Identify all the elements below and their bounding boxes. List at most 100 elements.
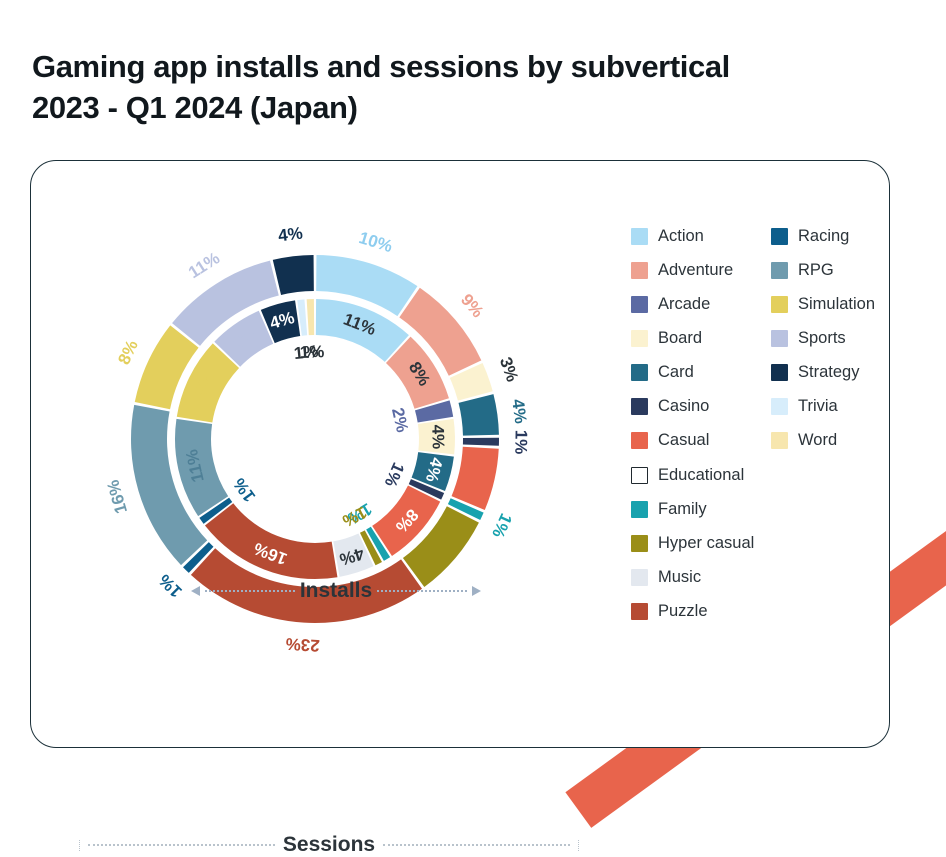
slice-label-installs-racing: 1% [230, 474, 260, 505]
legend-item-educational[interactable]: Educational [631, 458, 931, 492]
slice-label-sessions-casino: 1% [511, 430, 530, 455]
legend-swatch-icon [771, 295, 788, 313]
legend-item-word[interactable]: Word [771, 423, 921, 457]
legend-swatch-icon [631, 500, 648, 518]
legend-swatch-icon [631, 329, 648, 347]
legend-item-label: Adventure [658, 260, 734, 279]
legend-item-label: Word [798, 430, 838, 449]
legend-swatch-icon [631, 397, 648, 415]
legend-item-casual[interactable]: Casual [631, 423, 771, 457]
legend-item-board[interactable]: Board [631, 321, 771, 355]
page-title-line-2: 2023 - Q1 2024 (Japan) [32, 89, 358, 125]
slice-label-installs-casino: 1% [381, 460, 408, 490]
slice-installs-word[interactable] [306, 299, 315, 336]
legend-swatch-icon [771, 227, 788, 245]
legend-item-trivia[interactable]: Trivia [771, 389, 921, 423]
dotted-cap-right [578, 839, 579, 851]
legend-item-strategy[interactable]: Strategy [771, 355, 921, 389]
legend-item-simulation[interactable]: Simulation [771, 287, 921, 321]
legend-item-label: Casual [658, 430, 710, 449]
legend-item-arcade[interactable]: Arcade [631, 287, 771, 321]
legend-swatch-icon [631, 295, 648, 313]
sessions-axis-label: Sessions [79, 833, 579, 857]
legend-item-label: Action [658, 226, 704, 245]
donut-chart: 11%8%4%4%8%4%16%11%9%6%4%10%9%4%6%8%23%1… [103, 224, 530, 656]
legend-item-label: Casino [658, 396, 710, 415]
legend-item-label: Arcade [658, 294, 711, 313]
slice-label-installs-board: 4% [428, 424, 447, 449]
legend-grid: Action Racing Adventure RPG Arcade Simulation… [631, 219, 931, 457]
legend-item-sports[interactable]: Sports [771, 321, 921, 355]
slice-label-sessions-rpg: 16% [103, 478, 131, 516]
arrow-right-icon [472, 586, 481, 596]
legend-swatch-icon [771, 363, 788, 381]
legend-item-family[interactable]: Family [631, 492, 931, 526]
legend-single-column: Educational Family Hyper casual Music Puzzle [631, 458, 931, 628]
sessions-dotted-line-left [88, 844, 275, 846]
slice-label-sessions-action: 10% [357, 228, 395, 256]
slice-label-sessions-board: 3% [496, 355, 522, 385]
donut-outside-labels-installs: 2%1%1%1%1%1%1% [230, 342, 412, 531]
legend-item-action[interactable]: Action [631, 219, 771, 253]
legend-item-hyper-casual[interactable]: Hyper casual [631, 526, 931, 560]
legend-item-label: Family [658, 499, 707, 518]
chart-card: 11% 8% 4% 4% 8% 4% 16% 11% 9% 6% 4% 10% 9% 4% 6% 8% 23% 1… [30, 160, 890, 856]
slice-label-sessions-simulation: 8% [114, 337, 142, 367]
installs-axis-label: Installs [191, 579, 481, 603]
legend-item-label: Racing [798, 226, 850, 245]
legend-item-label: Puzzle [658, 601, 708, 620]
legend-item-adventure[interactable]: Adventure [631, 253, 771, 287]
slice-label-sessions-sports: 11% [185, 248, 223, 282]
slice-label-sessions-adventure: 9% [457, 290, 487, 321]
donut-chart-area: 11% 8% 4% 4% 8% 4% 16% 11% 9% 6% 4% 10% 9% 4% 6% 8% 23% 1… [31, 161, 631, 749]
legend-swatch-icon [771, 397, 788, 415]
legend-swatch-icon [631, 363, 648, 381]
sessions-dotted-line-right [383, 844, 570, 846]
legend-swatch-icon [771, 329, 788, 347]
legend-item-label: Card [658, 362, 694, 381]
slice-label-sessions-puzzle: 23% [285, 634, 320, 655]
slice-label-sessions-strategy: 4% [277, 224, 304, 246]
page-title-line-1: Gaming app installs and sessions by subv… [32, 48, 730, 84]
slice-label-sessions-family: 1% [488, 510, 516, 540]
arrow-left-icon [191, 586, 200, 596]
legend-swatch-icon [631, 466, 648, 484]
slice-label-installs-arcade: 2% [388, 406, 412, 434]
legend-swatch-icon [631, 261, 648, 279]
legend-item-label: Board [658, 328, 703, 347]
dotted-cap-left [79, 839, 80, 851]
legend-item-card[interactable]: Card [631, 355, 771, 389]
legend-item-rpg[interactable]: RPG [771, 253, 921, 287]
legend-swatch-icon [631, 431, 648, 449]
legend-item-casino[interactable]: Casino [631, 389, 771, 423]
legend-swatch-icon [771, 431, 788, 449]
slice-sessions-strategy[interactable] [272, 255, 314, 295]
legend-item-label: RPG [798, 260, 834, 279]
legend-swatch-icon [631, 534, 648, 552]
legend-item-label: Strategy [798, 362, 860, 381]
dotted-line-left [205, 590, 295, 592]
page-title: Gaming app installs and sessions by subv… [32, 47, 892, 129]
slice-sessions-casual[interactable] [451, 446, 499, 510]
installs-label-text: Installs [299, 579, 373, 602]
legend-item-racing[interactable]: Racing [771, 219, 921, 253]
chart-legend: Action Racing Adventure RPG Arcade Simulation… [631, 219, 931, 628]
legend-item-label: Educational [658, 465, 745, 484]
legend-swatch-icon [631, 227, 648, 245]
legend-item-label: Hyper casual [658, 533, 755, 552]
slice-label-sessions-card: 4% [508, 398, 530, 425]
legend-item-puzzle[interactable]: Puzzle [631, 594, 931, 628]
dotted-line-right [377, 590, 467, 592]
slice-sessions-card[interactable] [458, 394, 499, 436]
slice-label-installs-word: 1% [299, 342, 324, 362]
legend-swatch-icon [631, 568, 648, 586]
legend-item-music[interactable]: Music [631, 560, 931, 594]
sessions-label-text: Sessions [282, 833, 376, 856]
legend-item-label: Music [658, 567, 702, 586]
slice-sessions-casino[interactable] [462, 437, 499, 446]
slice-label-sessions-casual: 6% [504, 471, 528, 499]
legend-item-label: Simulation [798, 294, 876, 313]
slice-label-sessions-racing: 1% [155, 570, 186, 601]
legend-swatch-icon [631, 602, 648, 620]
legend-item-label: Sports [798, 328, 846, 347]
